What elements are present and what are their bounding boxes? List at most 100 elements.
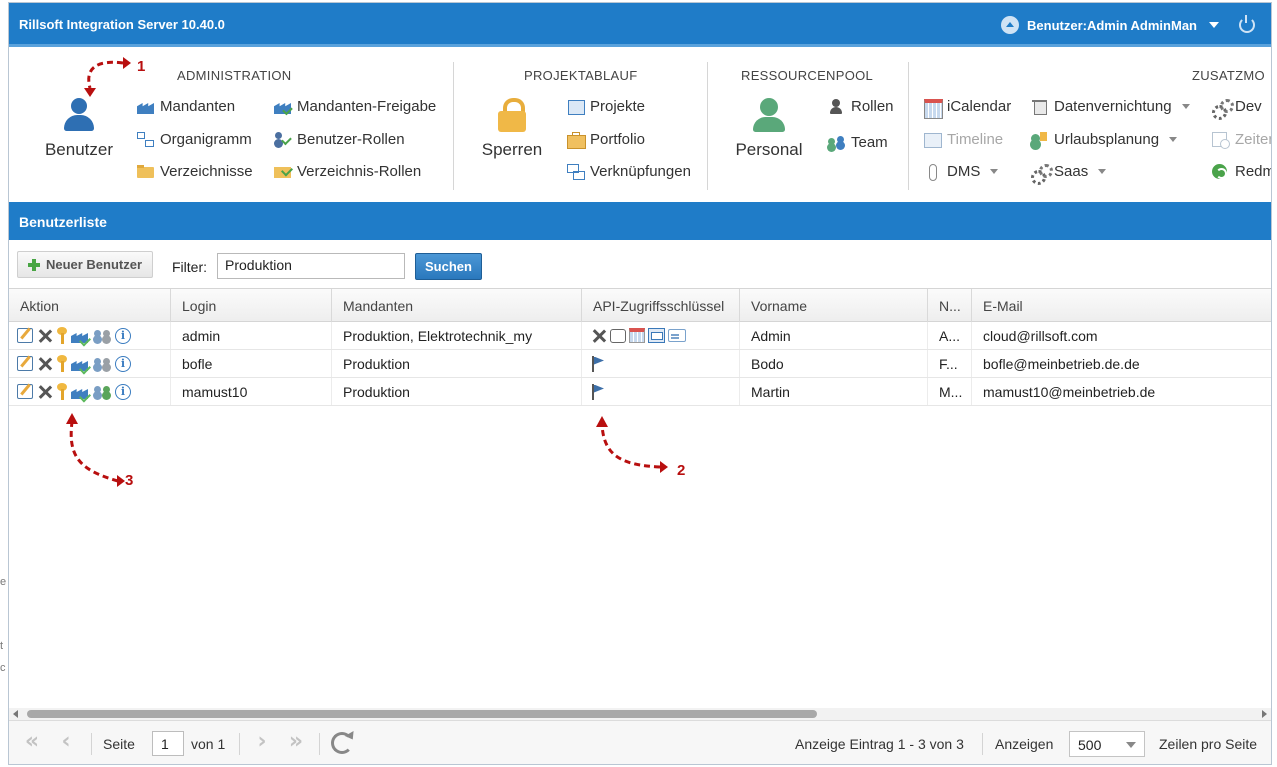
edge-fragment: c (0, 662, 6, 674)
edit-icon[interactable] (17, 328, 33, 343)
mandanten-button[interactable]: Mandanten (137, 98, 235, 115)
prev-page-icon[interactable]: ‹ (53, 731, 79, 755)
vacation-icon (1031, 132, 1048, 147)
scroll-right-icon[interactable] (1262, 710, 1267, 718)
column-header-api[interactable]: API-Zugriffsschlüssel (582, 289, 740, 323)
group-icon[interactable] (93, 384, 111, 399)
verzeichnis-rollen-button[interactable]: Verzeichnis-Rollen (274, 163, 421, 180)
mandant-assign-icon[interactable] (71, 328, 89, 343)
flag-icon[interactable] (591, 383, 605, 400)
column-header-email[interactable]: E-Mail (972, 289, 1271, 323)
collapse-ribbon-icon[interactable] (1001, 16, 1020, 34)
calendar-icon[interactable] (629, 328, 645, 343)
horizontal-scrollbar[interactable] (9, 708, 1271, 720)
delete-key-icon[interactable] (591, 328, 607, 344)
mandant-assign-icon[interactable] (71, 356, 89, 371)
benutzer-rollen-button[interactable]: Benutzer-Rollen (274, 131, 405, 148)
key-icon[interactable] (57, 355, 67, 372)
column-header-vorname[interactable]: Vorname (740, 289, 928, 323)
icalendar-button[interactable]: iCalendar (924, 98, 1011, 119)
cell-nachname: F... (928, 350, 972, 377)
trash-icon (1031, 99, 1048, 115)
next-page-icon[interactable]: › (249, 731, 275, 755)
cell-nachname: M... (928, 378, 972, 405)
verzeichnisse-button[interactable]: Verzeichnisse (137, 163, 253, 180)
delete-icon[interactable] (37, 328, 53, 344)
pager: « ‹ Seite 1 von 1 › » Anzeige Eintrag 1 … (9, 720, 1271, 764)
dev-button[interactable]: Dev (1212, 98, 1262, 120)
board-icon[interactable] (648, 328, 665, 343)
title-bar: Rillsoft Integration Server 10.40.0 Benu… (9, 3, 1271, 47)
mandanten-freigabe-button[interactable]: Mandanten-Freigabe (274, 98, 436, 115)
mandant-assign-icon[interactable] (71, 384, 89, 399)
folder-icon (137, 164, 154, 179)
chevron-down-icon[interactable] (1209, 22, 1219, 28)
user-label[interactable]: Benutzer:Admin AdminMan (1027, 18, 1197, 33)
organigramm-button[interactable]: Organigramm (137, 131, 252, 148)
search-button[interactable]: Suchen (415, 253, 482, 280)
key-icon[interactable] (57, 327, 67, 344)
datenvernichtung-dropdown[interactable]: Datenvernichtung (1031, 98, 1190, 115)
first-page-icon[interactable]: « (19, 731, 45, 755)
column-header-mandanten[interactable]: Mandanten (332, 289, 582, 323)
scroll-thumb[interactable] (27, 710, 817, 718)
saas-dropdown[interactable]: Saas (1031, 163, 1107, 185)
user-menu[interactable]: Benutzer:Admin AdminMan (1001, 14, 1255, 36)
user-grid: Aktion Login Mandanten API-Zugriffsschlü… (9, 288, 1271, 708)
logout-power-icon[interactable] (1239, 15, 1255, 33)
cell-email: cloud@rillsoft.com (983, 328, 1098, 344)
app-title: Rillsoft Integration Server 10.40.0 (19, 17, 225, 32)
show-label: Anzeigen (995, 736, 1054, 752)
filter-input[interactable]: Produktion (217, 253, 405, 279)
info-icon[interactable]: i (115, 327, 131, 344)
scroll-left-icon[interactable] (13, 710, 18, 718)
key-icon[interactable] (57, 383, 67, 400)
chat-icon[interactable] (610, 328, 626, 343)
team-button[interactable]: Team (828, 134, 888, 151)
cell-nachname: A... (928, 322, 972, 349)
edge-fragment: t (0, 640, 4, 652)
ribbon-divider (707, 62, 708, 190)
redmine-button[interactable]: Redm (1212, 163, 1271, 180)
verknuepfungen-button[interactable]: Verknüpfungen (567, 163, 691, 180)
flag-icon[interactable] (591, 355, 605, 372)
column-header-login[interactable]: Login (171, 289, 332, 323)
group-title-ressourcenpool: RESSOURCENPOOL (741, 68, 874, 83)
time-icon (1212, 132, 1230, 149)
page-label: Seite (103, 736, 135, 752)
portfolio-button[interactable]: Portfolio (567, 131, 645, 149)
projekte-button[interactable]: Projekte (567, 98, 645, 115)
column-header-aktion[interactable]: Aktion (9, 289, 171, 323)
column-header-nachname[interactable]: N... (928, 289, 972, 323)
delete-icon[interactable] (37, 384, 53, 400)
group-title-administration: ADMINISTRATION (177, 68, 292, 83)
page-size-select[interactable]: 500 (1069, 731, 1145, 757)
table-row[interactable]: i bofle Produktion Bodo F... bofle@meinb… (9, 350, 1271, 378)
group-title-zusatzmodule: ZUSATZMO (1192, 68, 1265, 83)
sperren-button[interactable]: Sperren (472, 98, 552, 160)
cell-mandanten: Produktion (332, 350, 582, 377)
last-page-icon[interactable]: » (283, 731, 309, 755)
refresh-icon[interactable] (331, 732, 353, 754)
table-row[interactable]: i mamust10 Produktion Martin M... mamust… (9, 378, 1271, 406)
dms-dropdown[interactable]: DMS (924, 163, 999, 181)
user-icon (62, 98, 96, 132)
benutzer-button[interactable]: Benutzer (39, 98, 119, 160)
urlaubsplanung-dropdown[interactable]: Urlaubsplanung (1031, 131, 1178, 148)
group-icon[interactable] (93, 356, 111, 371)
new-user-label: Neuer Benutzer (45, 257, 143, 272)
edit-icon[interactable] (17, 356, 33, 371)
info-icon[interactable]: i (115, 383, 131, 400)
toolbar: Neuer Benutzer Filter: Produktion Suchen (9, 240, 1271, 288)
group-title-projektablauf: PROJEKTABLAUF (524, 68, 638, 83)
new-user-button[interactable]: Neuer Benutzer (17, 251, 153, 278)
group-icon[interactable] (93, 328, 111, 343)
delete-icon[interactable] (37, 356, 53, 372)
table-row[interactable]: i admin Produktion, Elektrotechnik_my Ad… (9, 322, 1271, 350)
edit-icon[interactable] (17, 384, 33, 399)
personal-button[interactable]: Personal (729, 98, 809, 160)
info-icon[interactable]: i (115, 355, 131, 372)
rollen-button[interactable]: Rollen (828, 98, 894, 115)
page-input[interactable]: 1 (152, 731, 184, 756)
card-icon[interactable] (668, 329, 686, 342)
